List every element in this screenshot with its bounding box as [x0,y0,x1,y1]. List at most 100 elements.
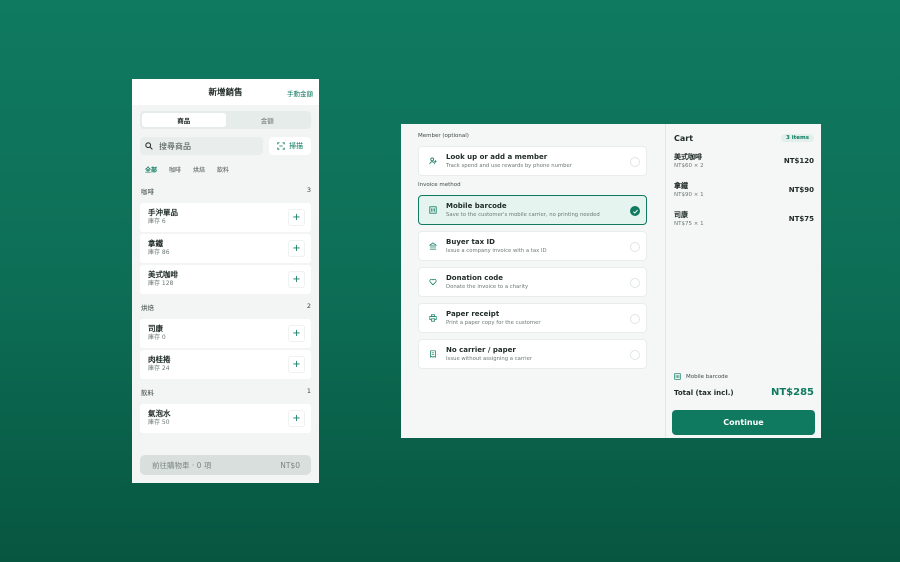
cart-item-name: 司康 [674,211,688,219]
cart-button-total: NT$0 [280,460,300,470]
option-subtitle: Issue without assigning a carrier [446,355,533,362]
tab-amount[interactable]: 金額 [226,113,310,127]
invoice-option-mobile-barcode[interactable]: Mobile barcode Save to the customer's mo… [418,195,647,225]
product-name: 氣泡水 [148,409,171,418]
invoice-option-donation[interactable]: Donation code Donate the invoice to a ch… [418,267,647,297]
option-subtitle: Donate the invoice to a charity [446,283,529,290]
chip-drinks[interactable]: 飲料 [217,165,229,174]
product-item[interactable]: 氣泡水 庫存 50 + [140,404,311,433]
plus-icon: + [292,211,301,223]
checkout-panel: Member (optional) Look up or add a membe… [401,124,821,438]
tab-products[interactable]: 商品 [142,113,226,127]
barcode-icon [429,206,437,214]
search-icon [145,142,153,150]
option-subtitle: Track spend and use rewards by phone num… [446,162,572,169]
search-box[interactable] [140,137,263,155]
option-title: Donation code [446,273,504,282]
add-item-button[interactable]: + [288,240,305,257]
option-title: Paper receipt [446,309,500,318]
search-row: 掃描 [140,137,311,155]
plus-icon: + [292,412,301,424]
continue-button[interactable]: Continue [672,410,815,435]
add-item-button[interactable]: + [288,410,305,427]
product-stock: 庫存 128 [148,280,174,287]
sale-header: 新增銷售 手動金額 [132,79,319,105]
receipt-icon [429,350,437,358]
total-value: NT$285 [770,387,814,398]
invoice-section-label: Invoice method [418,182,461,188]
mode-segmented-control: 商品 金額 [140,111,311,129]
manual-amount-link[interactable]: 手動金額 [287,88,313,98]
category-header-coffee: 咖啡 3 [141,186,311,196]
plus-icon: + [292,242,301,254]
product-name: 手沖單品 [148,208,178,217]
add-item-button[interactable]: + [288,325,305,342]
option-subtitle: Save to the customer's mobile carrier, n… [446,211,600,218]
product-item[interactable]: 司康 庫存 0 + [140,319,311,348]
scan-icon [277,142,285,150]
category-name: 烘焙 [141,304,154,312]
radio-mobile-barcode[interactable] [630,206,640,216]
chip-bakery[interactable]: 烘焙 [193,165,205,174]
category-header-drinks: 飲料 1 [141,387,311,397]
option-title: Mobile barcode [446,201,507,210]
invoice-option-buyer-tax-id[interactable]: Buyer tax ID Issue a company invoice wit… [418,231,647,261]
product-item[interactable]: 肉桂捲 庫存 24 + [140,350,311,379]
radio-no-carrier[interactable] [630,350,640,360]
invoice-option-no-carrier[interactable]: No carrier / paper Issue without assigni… [418,339,647,369]
category-name: 飲料 [141,389,154,397]
page-title: 新增銷售 [208,88,243,98]
radio-donation[interactable] [630,278,640,288]
option-title: Buyer tax ID [446,237,495,246]
new-sale-panel: 新增銷售 手動金額 商品 金額 掃描 全部 咖啡 烘焙 飲料 咖啡 3 [132,79,319,483]
cart-item-name: 美式咖啡 [674,153,702,161]
cart-button-label: 前往購物車 · 0 項 [152,460,212,470]
radio-buyer-tax-id[interactable] [630,242,640,252]
option-subtitle: Print a paper copy for the customer [446,319,541,326]
check-icon [632,209,638,214]
member-section-label: Member (optional) [418,133,469,139]
product-stock: 庫存 24 [148,365,170,372]
member-lookup-option[interactable]: Look up or add a member Track spend and … [418,146,647,176]
radio-paper-receipt[interactable] [630,314,640,324]
product-item[interactable]: 手沖單品 庫存 6 + [140,203,311,232]
checkout-options: Member (optional) Look up or add a membe… [401,124,665,438]
chip-coffee[interactable]: 咖啡 [169,165,181,174]
heart-icon [429,278,437,286]
cart-item-price: NT$90 [788,186,814,194]
person-add-icon [429,157,437,165]
product-name: 肉桂捲 [148,355,171,364]
selected-carrier-label: Mobile barcode [686,373,729,380]
cart-item-qty: NT$75 × 1 [674,221,704,227]
category-count: 1 [306,387,311,395]
radio-member[interactable] [630,157,640,167]
total-line: Total (tax incl.) NT$285 [674,387,814,398]
cart-row: 美式咖啡 NT$60 × 2 NT$120 [674,153,814,182]
cart-header: Cart 3 items [674,132,814,144]
printer-icon [429,314,437,322]
barcode-icon [674,373,681,380]
option-title: No carrier / paper [446,345,516,354]
category-count: 3 [306,186,311,194]
invoice-option-paper-receipt[interactable]: Paper receipt Print a paper copy for the… [418,303,647,333]
add-item-button[interactable]: + [288,209,305,226]
category-count: 2 [306,302,311,310]
plus-icon: + [292,358,301,370]
product-item[interactable]: 拿鐵 庫存 86 + [140,234,311,263]
chip-all[interactable]: 全部 [145,165,157,174]
search-input[interactable] [159,141,249,151]
option-subtitle: Issue a company invoice with a tax ID [446,247,547,254]
cart-item-name: 拿鐵 [674,182,688,190]
add-item-button[interactable]: + [288,356,305,373]
scan-button[interactable]: 掃描 [269,137,311,155]
sale-footer: 前往購物車 · 0 項 NT$0 [132,453,319,483]
cart-item-price: NT$75 [788,215,814,223]
product-stock: 庫存 50 [148,419,170,426]
selected-carrier: Mobile barcode [674,373,728,380]
total-label: Total (tax incl.) [674,388,734,397]
product-item[interactable]: 美式咖啡 庫存 128 + [140,265,311,294]
product-stock: 庫存 0 [148,334,166,341]
go-to-cart-button[interactable]: 前往購物車 · 0 項 NT$0 [140,455,311,475]
add-item-button[interactable]: + [288,271,305,288]
product-name: 拿鐵 [148,239,163,248]
